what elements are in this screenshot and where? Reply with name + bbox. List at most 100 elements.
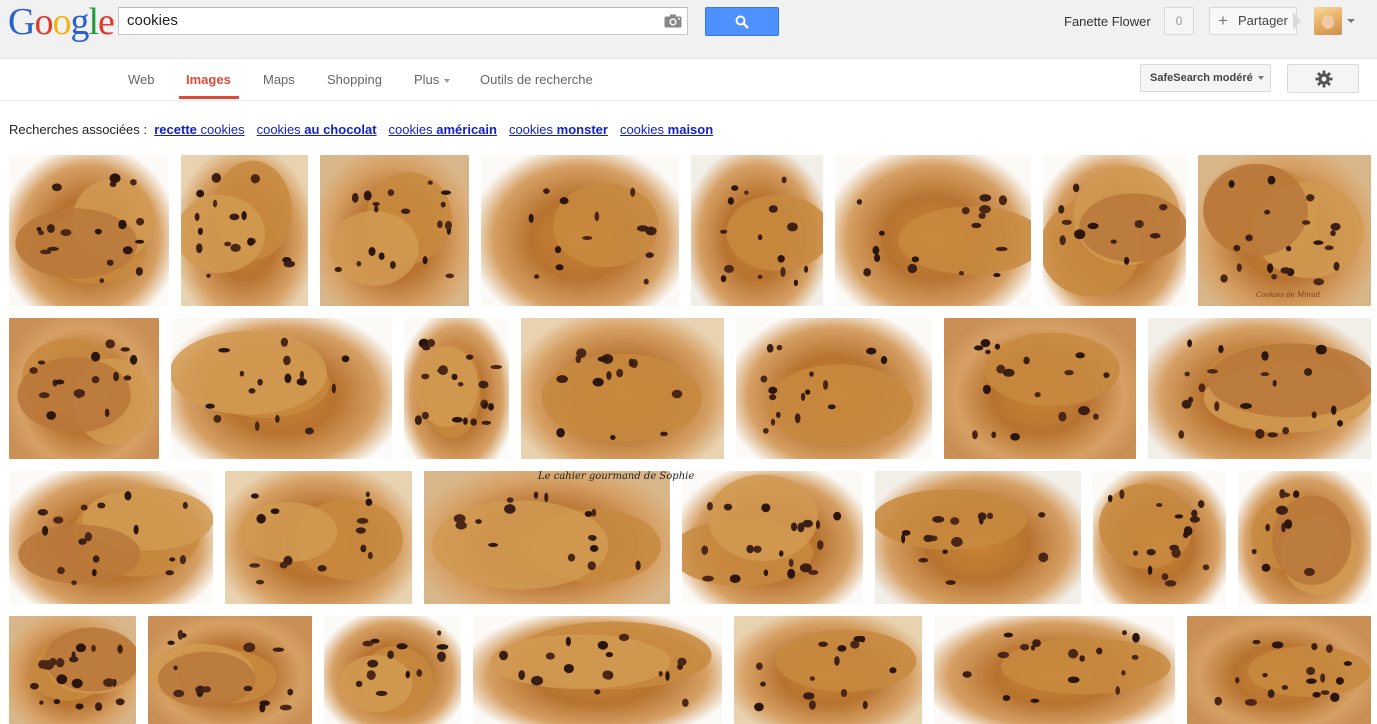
related-link-bold: maison [667,122,714,137]
avatar-face [1322,15,1334,29]
image-caption: Le cahier gourmand de Sophie [538,471,695,482]
search-box[interactable] [118,7,688,35]
cookie-image [682,474,842,587]
image-result[interactable] [481,155,679,306]
share-arrow [1293,12,1301,30]
related-link[interactable]: cookies maison [620,122,713,137]
chevron-down-icon [444,78,451,83]
cookie-image [338,630,449,719]
logo-letter: o [34,1,53,43]
cookie-image [1214,639,1370,706]
settings-button[interactable] [1287,64,1359,93]
cookie-image [1043,166,1186,297]
cookie-image [541,348,702,442]
image-result[interactable] [835,155,1031,306]
cookie-image [148,629,294,713]
related-link-text: cookies [619,122,668,137]
image-result[interactable] [225,471,412,604]
cookie-image [15,173,155,284]
user-name[interactable]: Fanette Flower [1064,14,1151,29]
logo-letter: e [98,1,115,43]
image-result[interactable] [9,616,136,724]
related-link-text: cookies [388,122,437,137]
image-result[interactable] [521,318,724,459]
cookie-image [171,330,350,435]
image-result[interactable] [9,318,159,459]
related-link-text: cookies [256,122,305,137]
notification-count[interactable]: 0 [1164,7,1194,35]
image-result[interactable] [320,155,469,306]
tab-images[interactable]: Images [186,72,231,87]
search-input[interactable] [127,12,647,29]
tab-shopping[interactable]: Shopping [327,72,382,87]
related-link-text: cookies [508,122,557,137]
logo-letter: o [52,1,71,43]
cookie-image [760,343,914,446]
active-tab-indicator [179,96,239,99]
safesearch-dropdown[interactable]: SafeSearch modéré [1140,64,1271,92]
share-button[interactable]: + Partager [1209,7,1297,35]
image-result[interactable] [1148,318,1371,459]
related-link[interactable]: cookies au chocolat [257,122,377,137]
camera-icon[interactable] [664,14,682,28]
cookie-image [1203,163,1364,286]
cookie-image [754,629,917,712]
logo-letter: l [88,1,99,43]
logo-letter: g [70,1,89,43]
cookie-image [330,172,455,286]
chevron-down-icon [1257,76,1264,81]
google-logo[interactable]: Google [8,1,115,43]
cookie-image [431,491,661,590]
plus-icon: + [1218,11,1228,30]
image-result[interactable] [148,616,312,724]
logo-letter: G [8,1,35,43]
search-button[interactable] [705,7,779,36]
cookie-image [414,338,503,439]
related-link[interactable]: recette cookies [154,122,244,137]
image-result[interactable] [1238,471,1371,604]
image-result[interactable] [934,616,1175,724]
image-result[interactable] [736,318,932,459]
image-result[interactable] [181,155,308,306]
image-result[interactable] [875,471,1081,604]
cookie-image [856,194,1031,278]
image-result[interactable] [424,471,670,604]
gear-icon [1315,70,1333,88]
image-result[interactable] [1043,155,1186,306]
related-label: Recherches associées : [9,122,148,137]
tab-web[interactable]: Web [128,72,155,87]
top-bar: Google Fanette Flower 0 + Partager [0,0,1377,59]
image-result[interactable] [171,318,392,459]
related-link[interactable]: cookies monster [509,122,608,137]
chevron-down-icon[interactable] [1347,19,1355,23]
cookie-image [238,491,403,585]
image-result[interactable] [1187,616,1371,724]
image-result[interactable] [404,318,509,459]
image-result[interactable] [473,616,722,724]
cookie-image [720,176,823,287]
search-icon [735,15,749,29]
image-result[interactable] [734,616,922,724]
cookie-image [17,338,153,445]
safesearch-label: SafeSearch modéré [1150,72,1253,84]
cookie-image [1178,339,1371,439]
image-result[interactable] [691,155,823,306]
tab-more-label: Plus [414,72,440,87]
avatar[interactable] [1314,7,1342,35]
image-result[interactable] [1198,155,1371,306]
cookie-image [972,332,1120,441]
tab-more[interactable]: Plus [414,72,451,87]
tab-search-tools[interactable]: Outils de recherche [480,72,593,87]
tab-maps[interactable]: Maps [263,72,295,87]
image-result[interactable] [9,471,213,604]
cookie-image [875,489,1049,585]
cookie-image [1251,488,1358,596]
related-link-bold: américain [436,122,497,137]
image-result[interactable] [1093,471,1226,604]
image-result[interactable] [682,471,863,604]
image-result[interactable] [944,318,1136,459]
related-link-bold: au chocolat [304,122,377,137]
image-result[interactable] [324,616,461,724]
image-result[interactable] [9,155,169,306]
related-link[interactable]: cookies américain [389,122,497,137]
